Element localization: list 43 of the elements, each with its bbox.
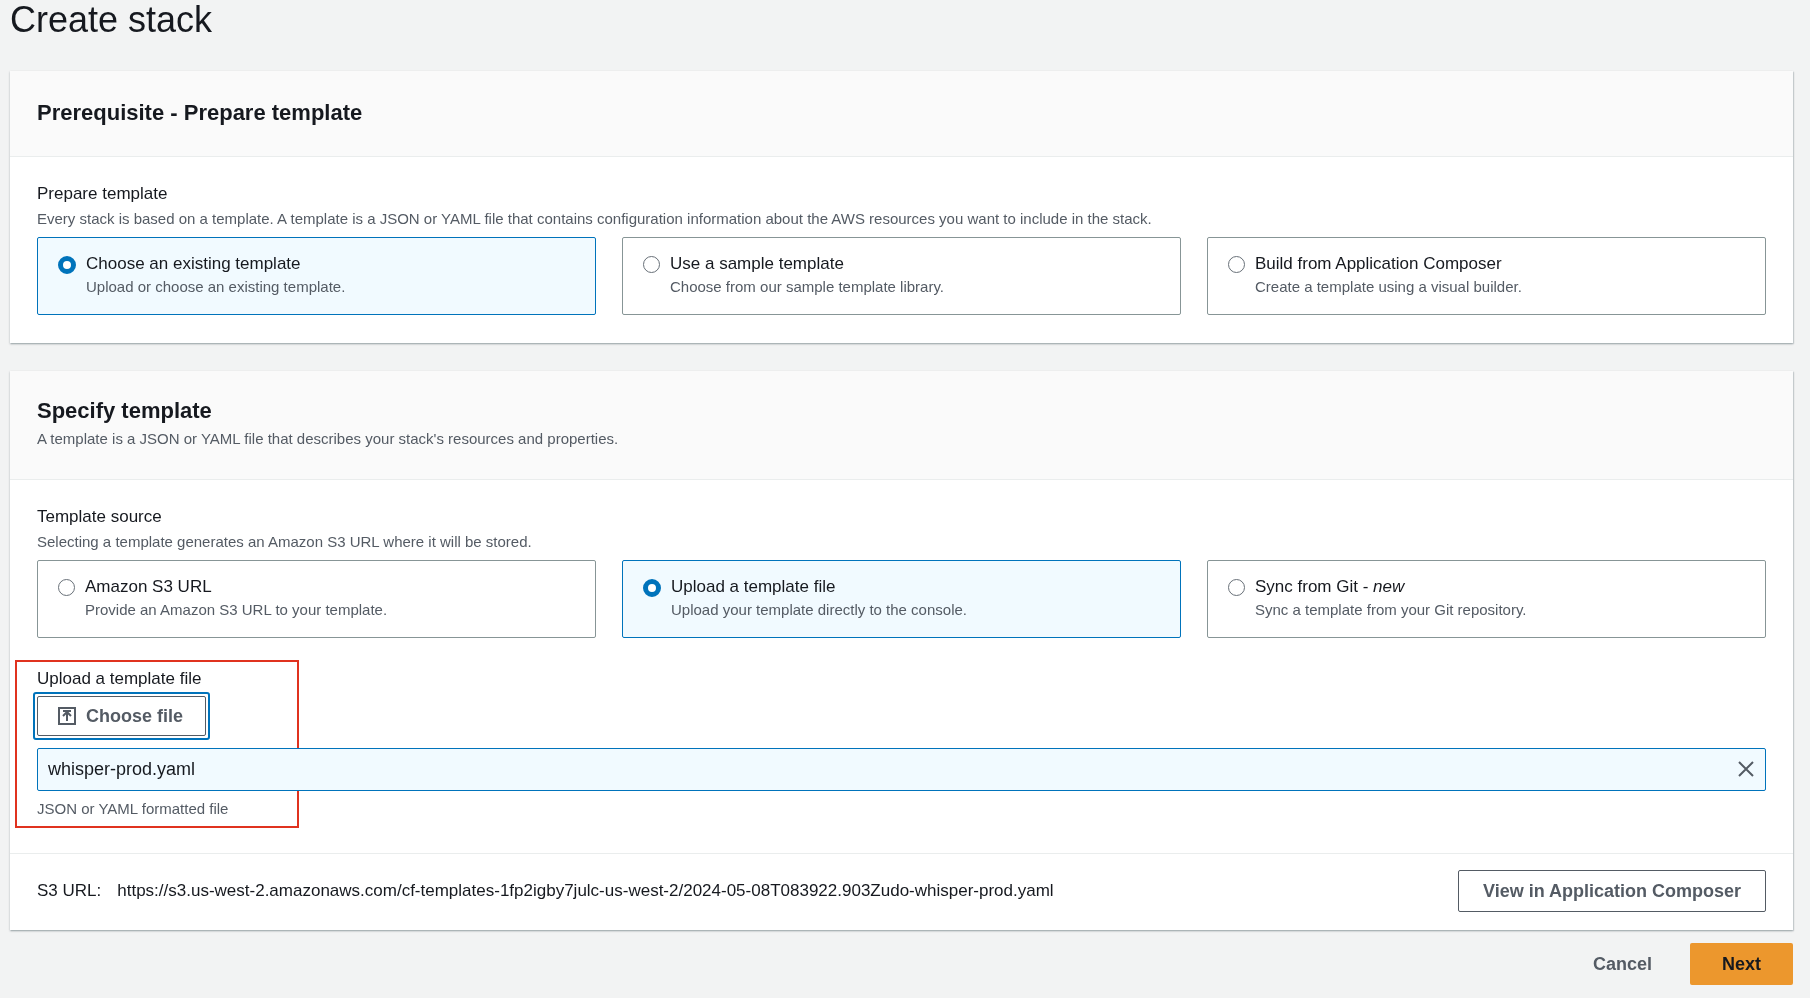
option-description: Choose from our sample template library. [670,277,944,297]
radio-option[interactable]: Choose an existing template Upload or choose an existing template. [37,237,596,315]
radio-icon[interactable] [58,256,76,274]
page-title: Create stack [10,0,214,42]
next-button[interactable]: Next [1690,943,1793,985]
radio-icon[interactable] [643,579,661,597]
field-label: Upload a template file [37,668,203,690]
s3-url-label: S3 URL: [37,881,102,901]
cancel-button[interactable]: Cancel [1560,943,1684,985]
option-label: Use a sample template [670,254,844,273]
panel-title: Specify template [37,397,213,425]
radio-option[interactable]: Build from Application Composer Create a template using a visual builder. [1207,237,1766,315]
radio-icon[interactable] [643,256,660,273]
field-hint: JSON or YAML formatted file [37,799,230,819]
field-description: Every stack is based on a template. A template is a JSON or YAML file that contains configuration information about the AWS resources you want to include in the stack. [37,209,1153,229]
upload-icon [58,707,76,725]
radio-option[interactable]: Use a sample template Choose from our sample template library. [622,237,1181,315]
option-description: Sync a template from your Git repository. [1255,600,1527,620]
panel-description: A template is a JSON or YAML file that describes your stack's resources and properties. [37,429,620,449]
option-description: Upload your template directly to the console. [671,600,967,620]
choose-file-button[interactable]: Choose file [37,696,206,736]
option-label: Upload a template file [671,577,836,596]
option-label: Sync from Git - new [1255,577,1405,596]
radio-option[interactable]: Sync from Git - new Sync a template from your Git repository. [1207,560,1766,638]
radio-icon[interactable] [1228,579,1245,596]
radio-option[interactable]: Amazon S3 URL Provide an Amazon S3 URL to your template. [37,560,596,638]
radio-option[interactable]: Upload a template file Upload your template directly to the console. [622,560,1181,638]
field-description: Selecting a template generates an Amazon S3 URL where it will be stored. [37,532,533,552]
radio-icon[interactable] [58,579,75,596]
option-description: Create a template using a visual builder. [1255,277,1522,297]
view-composer-button[interactable]: View in Application Composer [1457,870,1766,912]
option-label: Build from Application Composer [1255,254,1502,273]
clear-icon[interactable] [1736,759,1756,779]
option-description: Provide an Amazon S3 URL to your template. [85,600,388,620]
s3-url-value: https://s3.us-west-2.amazonaws.com/cf-templates-1fp2igby7julc-us-west-2/2024-05-08T083922.903Zudo-whisper-prod.yaml [117,881,1054,901]
file-name-field[interactable]: whisper-prod.yaml [37,748,1766,791]
radio-icon[interactable] [1228,256,1245,273]
field-label: Prepare template [37,183,169,205]
option-label: Amazon S3 URL [85,577,212,596]
panel-title: Prerequisite - Prepare template [37,99,364,127]
option-label: Choose an existing template [86,254,301,273]
option-description: Upload or choose an existing template. [86,277,346,297]
field-label: Template source [37,506,163,528]
